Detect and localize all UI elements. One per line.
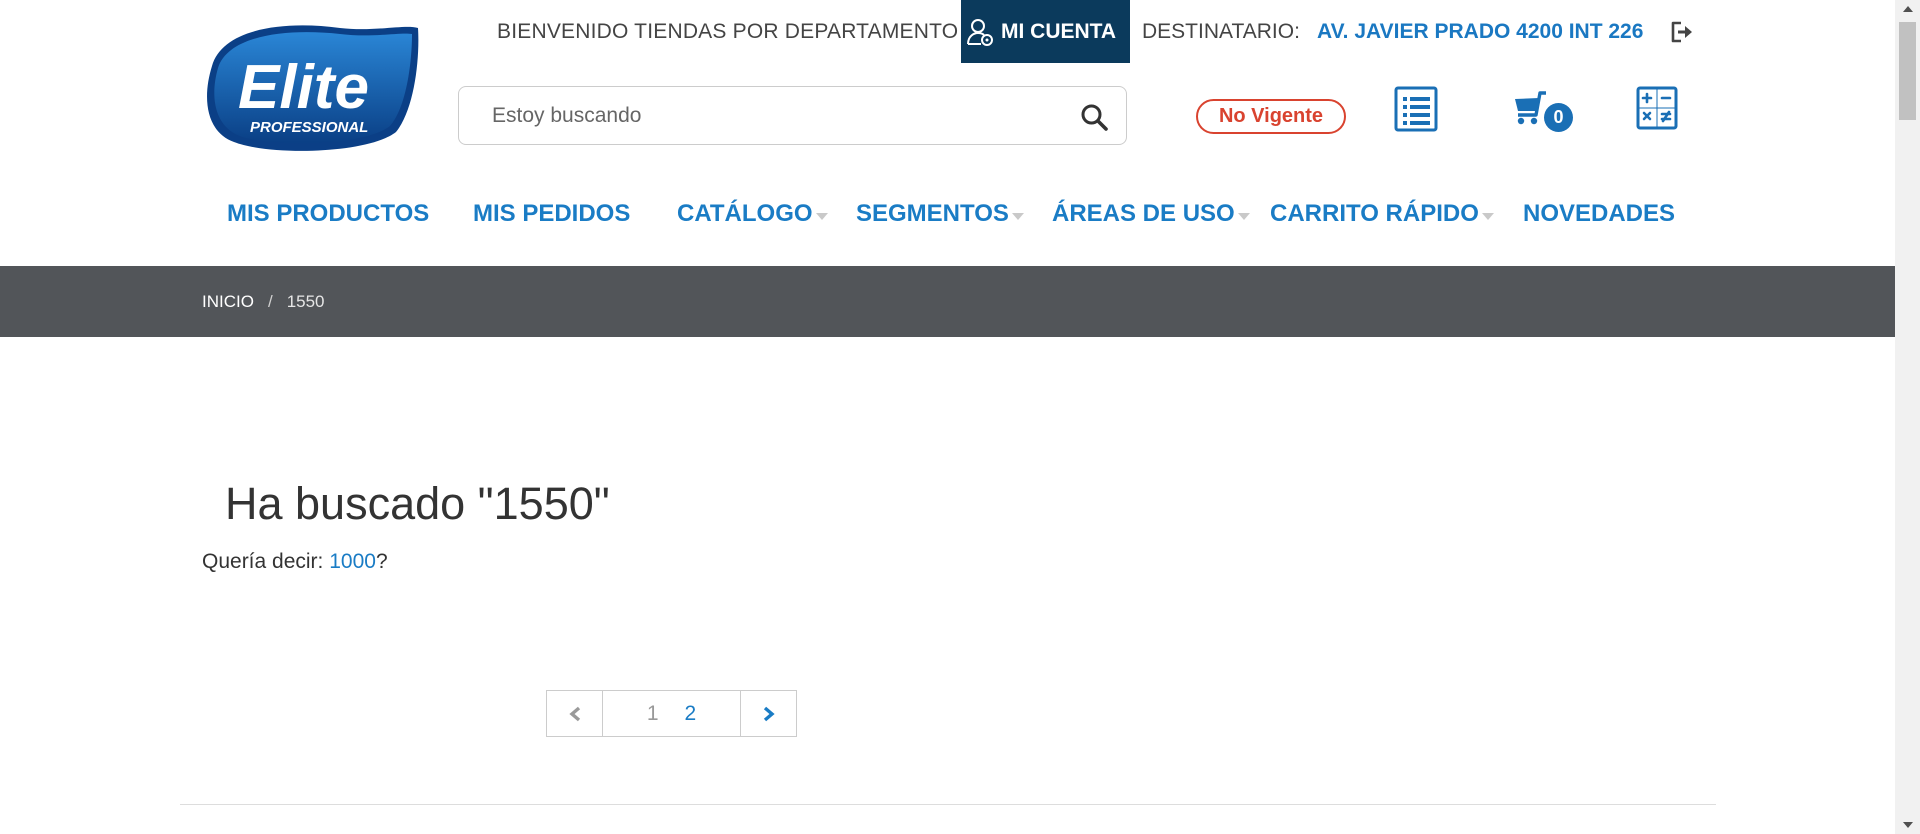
logout-icon[interactable] xyxy=(1670,0,1694,63)
nav-item-segmentos[interactable]: SEGMENTOS xyxy=(856,200,1024,228)
nav-item-mis-pedidos[interactable]: MIS PEDIDOS xyxy=(473,200,630,228)
previous-page-button[interactable] xyxy=(547,691,603,736)
nav-item-carrito-rapido[interactable]: CARRITO RÁPIDO xyxy=(1270,200,1494,228)
nav-label: MIS PEDIDOS xyxy=(473,200,631,227)
did-you-mean: Quería decir: 1000? xyxy=(202,550,388,574)
nav-item-areas-de-uso[interactable]: ÁREAS DE USO xyxy=(1052,200,1250,228)
breadcrumb-bar: INICIO / 1550 xyxy=(0,266,1895,337)
nav-item-novedades[interactable]: NOVEDADES xyxy=(1523,200,1675,228)
divider xyxy=(180,804,1716,805)
calculator-icon[interactable] xyxy=(1636,86,1678,135)
chevron-down-icon xyxy=(815,212,828,220)
chevron-down-icon xyxy=(1481,212,1494,220)
chevron-down-icon xyxy=(1237,212,1250,220)
chevron-left-icon xyxy=(568,706,580,721)
search-icon[interactable] xyxy=(1077,100,1111,134)
list-icon[interactable] xyxy=(1394,86,1438,137)
logo-text: Elite xyxy=(238,53,369,122)
suggestion-link[interactable]: 1000 xyxy=(329,550,376,573)
cart-icon[interactable] xyxy=(1512,90,1548,131)
recipient-label: DESTINATARIO: xyxy=(1142,19,1300,43)
page-title: Ha buscado "1550" xyxy=(225,478,610,529)
status-badge: No Vigente xyxy=(1196,99,1346,134)
nav-item-mis-productos[interactable]: MIS PRODUCTOS xyxy=(227,200,429,228)
scrollbar-thumb[interactable] xyxy=(1899,22,1916,120)
vertical-scrollbar[interactable] xyxy=(1895,0,1920,834)
page-1-current: 1 xyxy=(646,701,659,725)
suggest-suffix: ? xyxy=(375,550,388,573)
my-account-label: MI CUENTA xyxy=(1001,19,1117,43)
nav-label: NOVEDADES xyxy=(1523,200,1676,227)
chevron-right-icon xyxy=(763,706,775,721)
scroll-down-arrow-icon[interactable] xyxy=(1895,817,1920,834)
nav-label: CATÁLOGO xyxy=(677,200,813,227)
suggest-prefix: Quería decir: xyxy=(202,550,330,573)
pagination: 1 2 xyxy=(546,690,797,737)
chevron-down-icon xyxy=(1011,212,1024,220)
breadcrumb-separator: / xyxy=(267,291,273,311)
elite-logo[interactable]: Elite PROFESSIONAL xyxy=(200,20,422,152)
page-2-link[interactable]: 2 xyxy=(685,702,697,726)
breadcrumb-home-link[interactable]: INICIO xyxy=(202,292,254,312)
nav-item-catalogo[interactable]: CATÁLOGO xyxy=(677,200,828,228)
next-page-button[interactable] xyxy=(741,691,796,736)
breadcrumb: INICIO / 1550 xyxy=(202,266,325,337)
nav-label: CARRITO RÁPIDO xyxy=(1270,200,1479,227)
search-input[interactable] xyxy=(492,102,1052,130)
scroll-up-arrow-icon[interactable] xyxy=(1895,0,1920,17)
nav-label: ÁREAS DE USO xyxy=(1052,200,1235,227)
nav-label: MIS PRODUCTOS xyxy=(227,200,430,227)
my-account-button[interactable]: MI CUENTA xyxy=(961,0,1130,63)
cart-count-badge: 0 xyxy=(1544,103,1573,132)
user-account-icon xyxy=(967,18,993,46)
page-numbers: 1 2 xyxy=(603,691,741,736)
welcome-text: BIENVENIDO TIENDAS POR DEPARTAMENTO xyxy=(497,19,959,43)
nav-label: SEGMENTOS xyxy=(856,200,1009,227)
recipient-address-link[interactable]: AV. JAVIER PRADO 4200 INT 226 xyxy=(1317,0,1643,63)
breadcrumb-current: 1550 xyxy=(286,291,325,311)
search-box xyxy=(458,86,1127,145)
logo-subtext: PROFESSIONAL xyxy=(250,119,368,136)
page: Elite PROFESSIONAL BIENVENIDO TIENDAS PO… xyxy=(0,0,1895,834)
